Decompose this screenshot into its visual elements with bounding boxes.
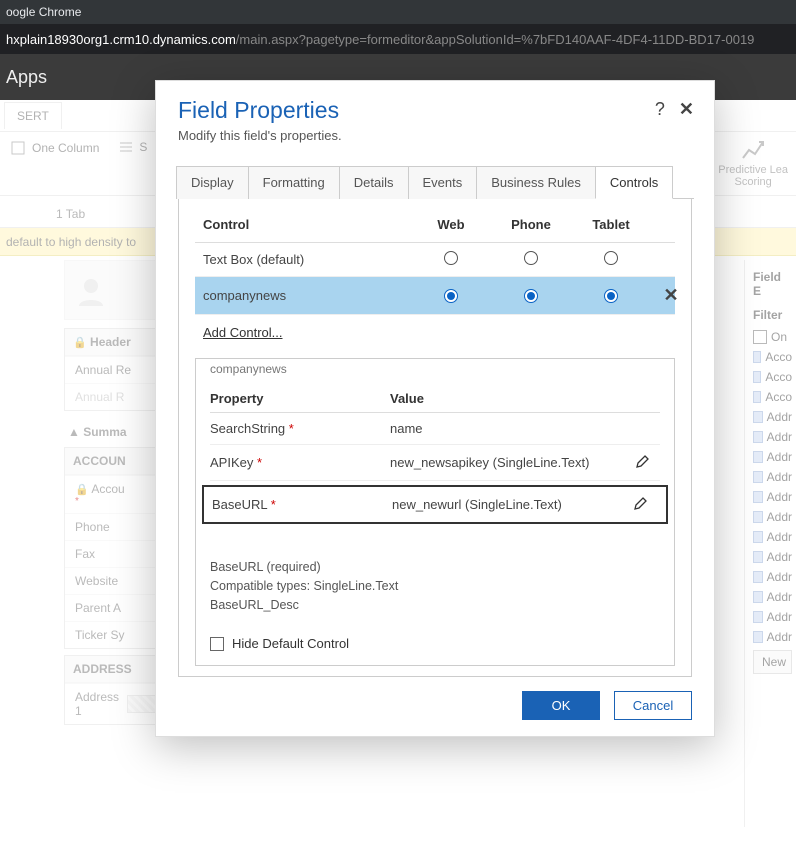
desc-line2: Compatible types: SingleLine.Text	[210, 577, 660, 596]
url-host: hxplain18930org1.crm10.dynamics.com	[6, 32, 236, 47]
col-property: Property	[210, 391, 390, 406]
col-value: Value	[390, 391, 626, 406]
edit-icon[interactable]	[635, 453, 651, 469]
col-tablet: Tablet	[571, 217, 651, 232]
prop-searchstring-label: SearchString	[210, 421, 285, 436]
tab-controls[interactable]: Controls	[595, 166, 673, 199]
ok-button[interactable]: OK	[522, 691, 600, 720]
radio-phone-textbox[interactable]	[524, 251, 538, 265]
dialog-title: Field Properties	[178, 97, 692, 124]
edit-icon[interactable]	[633, 495, 649, 511]
radio-tablet-textbox[interactable]	[604, 251, 618, 265]
tab-events[interactable]: Events	[408, 166, 478, 199]
add-control-link[interactable]: Add Control...	[203, 325, 283, 340]
properties-panel: companynews Property Value SearchString …	[195, 358, 675, 666]
hide-default-checkbox[interactable]	[210, 637, 224, 651]
url-path: /main.aspx?pagetype=formeditor&appSoluti…	[236, 32, 755, 47]
radio-web-companynews[interactable]	[444, 289, 458, 303]
property-row-baseurl[interactable]: BaseURL * new_newurl (SingleLine.Text)	[202, 485, 668, 524]
prop-apikey-value: new_newsapikey (SingleLine.Text)	[390, 455, 626, 470]
radio-tablet-companynews[interactable]	[604, 289, 618, 303]
hide-default-row[interactable]: Hide Default Control	[210, 636, 660, 651]
close-icon[interactable]: ✕	[679, 99, 694, 120]
tab-details[interactable]: Details	[339, 166, 409, 199]
property-description: BaseURL (required) Compatible types: Sin…	[210, 558, 660, 614]
dialog-tabs: Display Formatting Details Events Busine…	[176, 165, 694, 199]
tab-business-rules[interactable]: Business Rules	[476, 166, 596, 199]
hide-default-label: Hide Default Control	[232, 636, 349, 651]
desc-line1: BaseURL (required)	[210, 558, 660, 577]
radio-phone-companynews[interactable]	[524, 289, 538, 303]
controls-header-row: Control Web Phone Tablet	[195, 213, 675, 243]
col-phone: Phone	[491, 217, 571, 232]
control-textbox-label: Text Box (default)	[195, 252, 411, 267]
radio-web-textbox[interactable]	[444, 251, 458, 265]
property-row-searchstring[interactable]: SearchString * name	[210, 413, 660, 445]
chrome-url-bar[interactable]: hxplain18930org1.crm10.dynamics.com/main…	[0, 24, 796, 54]
controls-panel: Control Web Phone Tablet Text Box (defau…	[178, 199, 692, 677]
control-companynews-label: companynews	[195, 288, 411, 303]
chrome-title-text: oogle Chrome	[6, 5, 81, 19]
properties-caption: companynews	[210, 358, 660, 384]
dialog-subtitle: Modify this field's properties.	[178, 128, 692, 143]
col-web: Web	[411, 217, 491, 232]
app-bar-label: Apps	[6, 67, 47, 88]
prop-baseurl-label: BaseURL	[212, 497, 267, 512]
chrome-title-bar: oogle Chrome	[0, 0, 796, 24]
col-control: Control	[195, 217, 411, 232]
control-row-textbox[interactable]: Text Box (default)	[195, 243, 675, 277]
properties-header-row: Property Value	[210, 385, 660, 413]
prop-searchstring-value: name	[390, 421, 626, 436]
dialog-button-row: OK Cancel	[178, 691, 692, 720]
help-icon[interactable]: ?	[655, 99, 665, 120]
prop-apikey-label: APIKey	[210, 455, 253, 470]
desc-line3: BaseURL_Desc	[210, 596, 660, 615]
cancel-button[interactable]: Cancel	[614, 691, 692, 720]
tab-display[interactable]: Display	[176, 166, 249, 199]
tab-formatting[interactable]: Formatting	[248, 166, 340, 199]
prop-baseurl-value: new_newurl (SingleLine.Text)	[392, 497, 624, 512]
control-row-companynews[interactable]: companynews ✕	[195, 277, 675, 315]
field-properties-dialog: ? ✕ Field Properties Modify this field's…	[155, 80, 715, 737]
delete-control-button[interactable]: ✕	[651, 285, 691, 306]
property-row-apikey[interactable]: APIKey * new_newsapikey (SingleLine.Text…	[210, 445, 660, 481]
